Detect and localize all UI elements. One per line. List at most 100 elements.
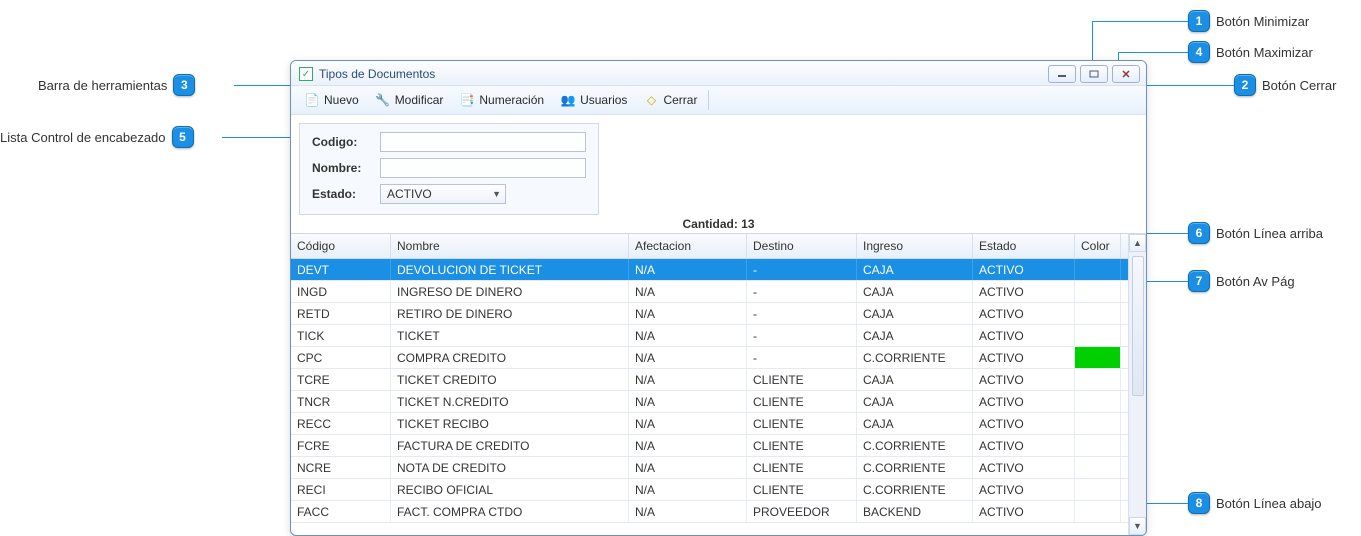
cell-estado: ACTIVO [973, 347, 1075, 368]
cell-afectacion: N/A [629, 413, 747, 434]
close-button[interactable] [1112, 65, 1140, 83]
cell-destino: CLIENTE [747, 391, 857, 412]
grid-header: Código Nombre Afectacion Destino Ingreso… [291, 234, 1128, 259]
cerrar-button[interactable]: ◇ Cerrar [636, 89, 704, 111]
callout-bubble-5: 5 [172, 126, 194, 148]
cell-nombre: TICKET RECIBO [391, 413, 629, 434]
table-row[interactable]: RETDRETIRO DE DINERON/A-CAJAACTIVO [291, 303, 1128, 325]
window-controls [1048, 65, 1140, 83]
table-row[interactable]: DEVTDEVOLUCION DE TICKETN/A-CAJAACTIVO [291, 259, 1128, 281]
nuevo-button[interactable]: 📄 Nuevo [297, 89, 366, 111]
cell-destino: CLIENTE [747, 457, 857, 478]
toolbar-separator [708, 90, 709, 110]
header-color[interactable]: Color [1075, 234, 1121, 258]
cell-destino: - [747, 347, 857, 368]
app-icon: ✓ [299, 67, 313, 81]
cell-destino: - [747, 281, 857, 302]
codigo-input[interactable] [380, 132, 586, 152]
table-row[interactable]: TNCRTICKET N.CREDITON/ACLIENTECAJAACTIVO [291, 391, 1128, 413]
cell-destino: CLIENTE [747, 435, 857, 456]
table-row[interactable]: TICKTICKETN/A-CAJAACTIVO [291, 325, 1128, 347]
cell-ingreso: CAJA [857, 369, 973, 390]
cell-destino: CLIENTE [747, 369, 857, 390]
cell-estado: ACTIVO [973, 325, 1075, 346]
cell-nombre: FACT. COMPRA CTDO [391, 501, 629, 522]
cell-codigo: INGD [291, 281, 391, 302]
nombre-input[interactable] [380, 158, 586, 178]
cell-estado: ACTIVO [973, 259, 1075, 280]
cantidad-label: Cantidad: 13 [291, 217, 1146, 231]
header-codigo[interactable]: Código [291, 234, 391, 258]
cell-ingreso: CAJA [857, 259, 973, 280]
nuevo-label: Nuevo [324, 93, 359, 107]
cell-afectacion: N/A [629, 501, 747, 522]
callout-label: Botón Línea abajo [1216, 496, 1322, 511]
header-ingreso[interactable]: Ingreso [857, 234, 973, 258]
table-row[interactable]: NCRENOTA DE CREDITON/ACLIENTEC.CORRIENTE… [291, 457, 1128, 479]
titlebar: ✓ Tipos de Documentos [291, 61, 1146, 86]
users-icon: 👥 [560, 92, 576, 108]
table-row[interactable]: CPCCOMPRA CREDITON/A-C.CORRIENTEACTIVO [291, 347, 1128, 369]
estado-select[interactable]: ACTIVO ▼ [380, 184, 506, 204]
vertical-scrollbar: ▲ ▼ [1128, 234, 1146, 535]
callout-bubble-4: 4 [1188, 41, 1210, 63]
cell-color [1075, 259, 1121, 280]
scroll-up-button[interactable]: ▲ [1129, 234, 1146, 252]
cell-afectacion: N/A [629, 303, 747, 324]
cell-nombre: RECIBO OFICIAL [391, 479, 629, 500]
modificar-button[interactable]: 🔧 Modificar [368, 89, 451, 111]
callout-label: Lista Control de encabezado [0, 130, 166, 145]
cell-ingreso: C.CORRIENTE [857, 435, 973, 456]
callout-bubble-3: 3 [173, 74, 195, 96]
cell-estado: ACTIVO [973, 303, 1075, 324]
header-nombre[interactable]: Nombre [391, 234, 629, 258]
scroll-down-button[interactable]: ▼ [1129, 517, 1146, 535]
cell-codigo: DEVT [291, 259, 391, 280]
cell-nombre: COMPRA CREDITO [391, 347, 629, 368]
maximize-button[interactable] [1080, 65, 1108, 83]
header-destino[interactable]: Destino [747, 234, 857, 258]
toolbar: 📄 Nuevo 🔧 Modificar 📑 Numeración 👥 Usuar… [291, 86, 1146, 115]
table-row[interactable]: FCREFACTURA DE CREDITON/ACLIENTEC.CORRIE… [291, 435, 1128, 457]
cell-ingreso: CAJA [857, 303, 973, 324]
callout-label: Barra de herramientas [38, 78, 167, 93]
estado-value: ACTIVO [387, 187, 432, 201]
window-title: Tipos de Documentos [319, 67, 435, 81]
table-row[interactable]: TCRETICKET CREDITON/ACLIENTECAJAACTIVO [291, 369, 1128, 391]
grid: Código Nombre Afectacion Destino Ingreso… [291, 233, 1146, 535]
minimize-button[interactable] [1048, 65, 1076, 83]
cell-color [1075, 303, 1121, 324]
cell-destino: - [747, 325, 857, 346]
cell-color [1075, 435, 1121, 456]
header-estado[interactable]: Estado [973, 234, 1075, 258]
cell-codigo: FACC [291, 501, 391, 522]
cell-codigo: RECI [291, 479, 391, 500]
filter-panel: Codigo: Nombre: Estado: ACTIVO ▼ [299, 123, 599, 215]
cell-estado: ACTIVO [973, 369, 1075, 390]
cell-ingreso: C.CORRIENTE [857, 457, 973, 478]
cell-color [1075, 457, 1121, 478]
cell-afectacion: N/A [629, 435, 747, 456]
estado-label: Estado: [312, 187, 380, 201]
scroll-track[interactable] [1129, 252, 1146, 517]
cell-afectacion: N/A [629, 347, 747, 368]
header-afectacion[interactable]: Afectacion [629, 234, 747, 258]
cell-color [1075, 391, 1121, 412]
cell-color [1075, 369, 1121, 390]
cell-nombre: TICKET N.CREDITO [391, 391, 629, 412]
cell-codigo: RECC [291, 413, 391, 434]
usuarios-button[interactable]: 👥 Usuarios [553, 89, 634, 111]
table-row[interactable]: RECCTICKET RECIBON/ACLIENTECAJAACTIVO [291, 413, 1128, 435]
cell-afectacion: N/A [629, 259, 747, 280]
table-row[interactable]: FACCFACT. COMPRA CTDON/APROVEEDORBACKEND… [291, 501, 1128, 523]
cell-destino: PROVEEDOR [747, 501, 857, 522]
table-row[interactable]: INGDINGRESO DE DINERON/A-CAJAACTIVO [291, 281, 1128, 303]
cell-estado: ACTIVO [973, 479, 1075, 500]
scroll-thumb[interactable] [1132, 256, 1144, 396]
close-icon: ◇ [643, 92, 659, 108]
numeracion-button[interactable]: 📑 Numeración [452, 89, 551, 111]
table-row[interactable]: RECIRECIBO OFICIALN/ACLIENTEC.CORRIENTEA… [291, 479, 1128, 501]
cell-ingreso: BACKEND [857, 501, 973, 522]
cell-ingreso: CAJA [857, 413, 973, 434]
cell-nombre: NOTA DE CREDITO [391, 457, 629, 478]
